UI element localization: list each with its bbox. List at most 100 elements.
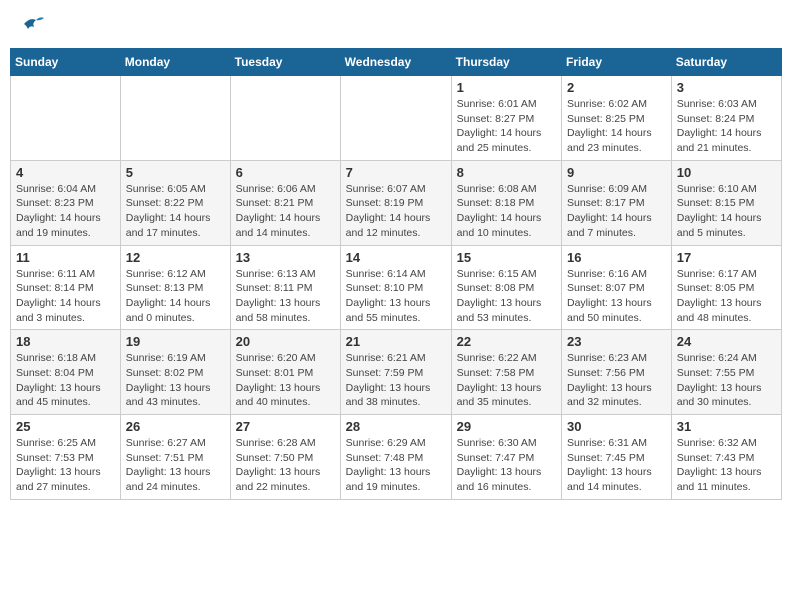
day-info: Sunrise: 6:16 AM Sunset: 8:07 PM Dayligh…	[567, 267, 666, 326]
day-number: 2	[567, 80, 666, 95]
day-info: Sunrise: 6:10 AM Sunset: 8:15 PM Dayligh…	[677, 182, 776, 241]
day-number: 1	[457, 80, 556, 95]
day-number: 13	[236, 250, 335, 265]
calendar-cell: 23 Sunrise: 6:23 AM Sunset: 7:56 PM Dayli…	[562, 330, 672, 415]
day-number: 17	[677, 250, 776, 265]
calendar-cell: 18Sunrise: 6:18 AM Sunset: 8:04 PM Dayli…	[11, 330, 121, 415]
page-header	[10, 10, 782, 38]
calendar-cell: 3Sunrise: 6:03 AM Sunset: 8:24 PM Daylig…	[671, 76, 781, 161]
day-info: Sunrise: 6:22 AM Sunset: 7:58 PM Dayligh…	[457, 351, 556, 410]
calendar-cell: 5 Sunrise: 6:05 AM Sunset: 8:22 PM Daylig…	[120, 160, 230, 245]
logo-bird-icon	[22, 15, 44, 33]
day-number: 21	[346, 334, 446, 349]
day-number: 10	[677, 165, 776, 180]
day-info: Sunrise: 6:28 AM Sunset: 7:50 PM Dayligh…	[236, 436, 335, 495]
day-number: 7	[346, 165, 446, 180]
calendar-cell: 27 Sunrise: 6:28 AM Sunset: 7:50 PM Dayli…	[230, 415, 340, 500]
day-info: Sunrise: 6:12 AM Sunset: 8:13 PM Dayligh…	[126, 267, 225, 326]
calendar-week-row: 25Sunrise: 6:25 AM Sunset: 7:53 PM Dayli…	[11, 415, 782, 500]
day-number: 26	[126, 419, 225, 434]
day-of-week-header: Sunday	[11, 49, 121, 76]
day-info: Sunrise: 6:06 AM Sunset: 8:21 PM Dayligh…	[236, 182, 335, 241]
calendar-cell: 25Sunrise: 6:25 AM Sunset: 7:53 PM Dayli…	[11, 415, 121, 500]
calendar-cell: 24 Sunrise: 6:24 AM Sunset: 7:55 PM Dayli…	[671, 330, 781, 415]
calendar-cell: 28 Sunrise: 6:29 AM Sunset: 7:48 PM Dayli…	[340, 415, 451, 500]
calendar-cell: 1 Sunrise: 6:01 AM Sunset: 8:27 PM Daylig…	[451, 76, 561, 161]
day-number: 12	[126, 250, 225, 265]
day-info: Sunrise: 6:20 AM Sunset: 8:01 PM Dayligh…	[236, 351, 335, 410]
day-of-week-header: Monday	[120, 49, 230, 76]
day-number: 31	[677, 419, 776, 434]
day-info: Sunrise: 6:23 AM Sunset: 7:56 PM Dayligh…	[567, 351, 666, 410]
day-number: 11	[16, 250, 115, 265]
day-info: Sunrise: 6:25 AM Sunset: 7:53 PM Dayligh…	[16, 436, 115, 495]
day-info: Sunrise: 6:30 AM Sunset: 7:47 PM Dayligh…	[457, 436, 556, 495]
calendar-cell: 19 Sunrise: 6:19 AM Sunset: 8:02 PM Dayli…	[120, 330, 230, 415]
calendar-cell	[230, 76, 340, 161]
day-of-week-header: Wednesday	[340, 49, 451, 76]
day-number: 22	[457, 334, 556, 349]
day-number: 29	[457, 419, 556, 434]
calendar-cell: 22 Sunrise: 6:22 AM Sunset: 7:58 PM Dayli…	[451, 330, 561, 415]
day-info: Sunrise: 6:04 AM Sunset: 8:23 PM Dayligh…	[16, 182, 115, 241]
day-number: 23	[567, 334, 666, 349]
day-info: Sunrise: 6:05 AM Sunset: 8:22 PM Dayligh…	[126, 182, 225, 241]
day-info: Sunrise: 6:27 AM Sunset: 7:51 PM Dayligh…	[126, 436, 225, 495]
calendar-week-row: 4Sunrise: 6:04 AM Sunset: 8:23 PM Daylig…	[11, 160, 782, 245]
day-info: Sunrise: 6:07 AM Sunset: 8:19 PM Dayligh…	[346, 182, 446, 241]
calendar-cell: 26 Sunrise: 6:27 AM Sunset: 7:51 PM Dayli…	[120, 415, 230, 500]
day-number: 18	[16, 334, 115, 349]
day-info: Sunrise: 6:17 AM Sunset: 8:05 PM Dayligh…	[677, 267, 776, 326]
day-info: Sunrise: 6:03 AM Sunset: 8:24 PM Dayligh…	[677, 97, 776, 156]
day-number: 30	[567, 419, 666, 434]
calendar-cell: 8Sunrise: 6:08 AM Sunset: 8:18 PM Daylig…	[451, 160, 561, 245]
day-number: 19	[126, 334, 225, 349]
calendar-cell	[340, 76, 451, 161]
day-info: Sunrise: 6:15 AM Sunset: 8:08 PM Dayligh…	[457, 267, 556, 326]
day-number: 15	[457, 250, 556, 265]
calendar-header-row: SundayMondayTuesdayWednesdayThursdayFrid…	[11, 49, 782, 76]
day-number: 27	[236, 419, 335, 434]
calendar-cell: 29 Sunrise: 6:30 AM Sunset: 7:47 PM Dayli…	[451, 415, 561, 500]
calendar-week-row: 11Sunrise: 6:11 AM Sunset: 8:14 PM Dayli…	[11, 245, 782, 330]
calendar-table: SundayMondayTuesdayWednesdayThursdayFrid…	[10, 48, 782, 500]
day-info: Sunrise: 6:02 AM Sunset: 8:25 PM Dayligh…	[567, 97, 666, 156]
calendar-cell: 14Sunrise: 6:14 AM Sunset: 8:10 PM Dayli…	[340, 245, 451, 330]
calendar-cell	[120, 76, 230, 161]
day-number: 14	[346, 250, 446, 265]
calendar-cell: 13 Sunrise: 6:13 AM Sunset: 8:11 PM Dayli…	[230, 245, 340, 330]
day-number: 16	[567, 250, 666, 265]
calendar-cell: 6 Sunrise: 6:06 AM Sunset: 8:21 PM Daylig…	[230, 160, 340, 245]
day-info: Sunrise: 6:29 AM Sunset: 7:48 PM Dayligh…	[346, 436, 446, 495]
calendar-week-row: 18Sunrise: 6:18 AM Sunset: 8:04 PM Dayli…	[11, 330, 782, 415]
day-number: 9	[567, 165, 666, 180]
day-info: Sunrise: 6:31 AM Sunset: 7:45 PM Dayligh…	[567, 436, 666, 495]
day-info: Sunrise: 6:19 AM Sunset: 8:02 PM Dayligh…	[126, 351, 225, 410]
calendar-cell: 31 Sunrise: 6:32 AM Sunset: 7:43 PM Dayli…	[671, 415, 781, 500]
day-number: 28	[346, 419, 446, 434]
logo	[20, 15, 44, 33]
day-number: 20	[236, 334, 335, 349]
day-of-week-header: Tuesday	[230, 49, 340, 76]
calendar-cell: 20 Sunrise: 6:20 AM Sunset: 8:01 PM Dayli…	[230, 330, 340, 415]
calendar-cell: 30 Sunrise: 6:31 AM Sunset: 7:45 PM Dayli…	[562, 415, 672, 500]
calendar-week-row: 1 Sunrise: 6:01 AM Sunset: 8:27 PM Daylig…	[11, 76, 782, 161]
calendar-cell: 11Sunrise: 6:11 AM Sunset: 8:14 PM Dayli…	[11, 245, 121, 330]
calendar-cell: 10 Sunrise: 6:10 AM Sunset: 8:15 PM Dayli…	[671, 160, 781, 245]
day-number: 8	[457, 165, 556, 180]
day-of-week-header: Saturday	[671, 49, 781, 76]
calendar-cell: 9Sunrise: 6:09 AM Sunset: 8:17 PM Daylig…	[562, 160, 672, 245]
day-info: Sunrise: 6:32 AM Sunset: 7:43 PM Dayligh…	[677, 436, 776, 495]
day-number: 5	[126, 165, 225, 180]
day-number: 24	[677, 334, 776, 349]
day-info: Sunrise: 6:24 AM Sunset: 7:55 PM Dayligh…	[677, 351, 776, 410]
calendar-cell: 7 Sunrise: 6:07 AM Sunset: 8:19 PM Daylig…	[340, 160, 451, 245]
day-info: Sunrise: 6:01 AM Sunset: 8:27 PM Dayligh…	[457, 97, 556, 156]
day-info: Sunrise: 6:21 AM Sunset: 7:59 PM Dayligh…	[346, 351, 446, 410]
calendar-cell: 15 Sunrise: 6:15 AM Sunset: 8:08 PM Dayli…	[451, 245, 561, 330]
calendar-cell	[11, 76, 121, 161]
day-number: 6	[236, 165, 335, 180]
calendar-cell: 16 Sunrise: 6:16 AM Sunset: 8:07 PM Dayli…	[562, 245, 672, 330]
day-of-week-header: Thursday	[451, 49, 561, 76]
day-info: Sunrise: 6:13 AM Sunset: 8:11 PM Dayligh…	[236, 267, 335, 326]
